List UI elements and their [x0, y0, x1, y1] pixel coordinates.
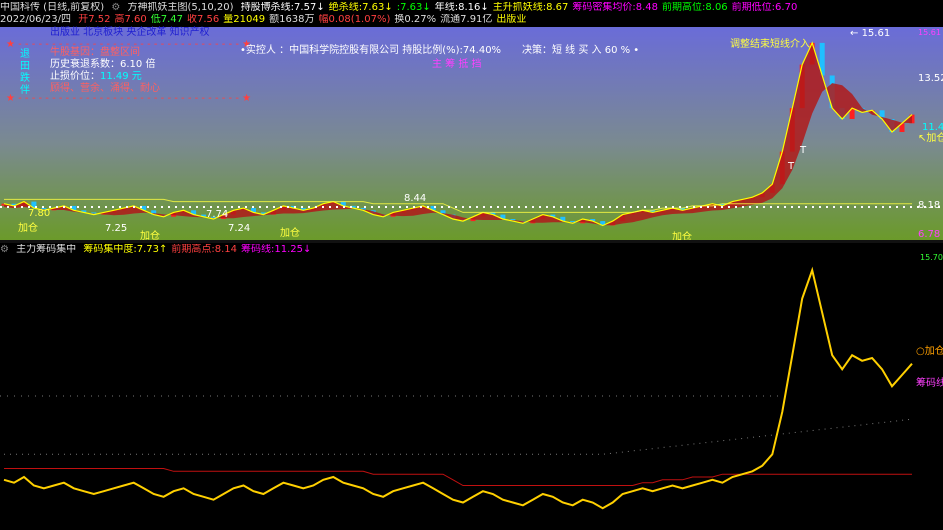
header-item: 主升抓妖线:8.67	[492, 2, 569, 13]
stock-title[interactable]: 中国科传 (日线,前复权)	[0, 2, 104, 13]
quote-item: 高7.60	[114, 14, 147, 25]
label-774: 7.74	[206, 209, 229, 220]
center-mark: 主 筹 抵 挡	[432, 59, 482, 70]
add-pos-mid: 加仓	[280, 228, 300, 239]
settings-icon[interactable]: ⚙	[111, 2, 120, 13]
quote-item: 幅0.08(1.07%)	[318, 14, 391, 25]
buy-t-1: T	[800, 145, 807, 156]
lower-title[interactable]: 主力筹码集中	[16, 244, 76, 255]
top-note: 调整结束短线介入	[730, 39, 810, 50]
lower-right-top: 15.70	[920, 253, 943, 262]
header-item: 前期低位:6.70	[731, 2, 798, 13]
lower-indicator-header: ⚙ 主力筹码集中 筹码集中度:7.73↑ 前期高点:8.14 筹码线:11.25↓	[0, 244, 943, 256]
quote-item: 出版业	[496, 14, 527, 25]
side-char: 跌	[20, 73, 30, 84]
indicator-name[interactable]: 方神抓妖主图(5,10,20)	[128, 2, 234, 13]
quote-item: 量21049	[223, 14, 266, 25]
right-label-818: 8.18	[918, 200, 941, 211]
label-780: 7.80	[28, 208, 51, 219]
lower-item: 筹码线:11.25↓	[241, 244, 312, 255]
sector-list: 出版业 北京板块 央企改革 知识产权	[50, 27, 210, 38]
star-line-bottom: ★ - - - - - - - - - - - - - - - - - - - …	[6, 93, 252, 104]
prev-high-line	[4, 468, 912, 486]
high-price-label: ← 15.61	[850, 28, 891, 39]
quote-item: 换0.27%	[394, 14, 437, 25]
lower-chart[interactable]: 15.70 ○加仓 筹码线	[0, 253, 943, 527]
quote-item: 收7.56	[187, 14, 220, 25]
lower-add-pos: ○加仓	[916, 346, 943, 357]
quote-item: 开7.52	[78, 14, 111, 25]
lower-item: 前期高点:8.14	[171, 244, 237, 255]
lower-chip-label: 筹码线	[916, 378, 943, 389]
side-chars: 退田跌伴	[20, 49, 30, 97]
quote-header: 2022/06/23/四 开7.52 高7.60 低7.47 收7.56 量21049 额…	[0, 14, 943, 26]
info-row: 历史衰退系数：6.10 倍	[50, 59, 156, 70]
panel-separator[interactable]	[0, 240, 943, 243]
lower-item: 筹码集中度:7.73↑	[83, 244, 168, 255]
quote-date: 2022/06/23/四	[0, 14, 72, 25]
info-row: 止损价位：11.49 元	[50, 71, 142, 82]
info-row: 牛股基因：盘整区间	[50, 47, 140, 58]
concentration-line	[3, 266, 913, 510]
quote-item: 低7.47	[150, 14, 183, 25]
side-char: 退	[20, 49, 30, 60]
main-chart[interactable]: 出版业 北京板块 央企改革 知识产权 ★ - - - - - - - - - -…	[0, 27, 943, 243]
header-item: 持股博杀线:7.57↓	[240, 2, 325, 13]
lower-chart-canvas[interactable]	[0, 256, 943, 527]
info-rows: 牛股基因：盘整区间 历史衰退系数：6.10 倍止损价位：11.49 元顾得、营余、…	[50, 47, 160, 95]
quote-item: 额1638万	[269, 14, 315, 25]
decision-text: 决策：短 线 买 入 60 % •	[522, 45, 640, 56]
label-724: 7.24	[228, 223, 251, 234]
side-char: 田	[20, 61, 30, 72]
header-item: 筹码密集均价:8.48	[572, 2, 659, 13]
quote-item: 流通7.91亿	[440, 14, 493, 25]
label-844: 8.44	[404, 193, 427, 204]
header-item: 年线:8.16↓	[434, 2, 489, 13]
add-pos-left: 加仓	[18, 223, 38, 234]
header-item: :7.63↓	[396, 2, 431, 13]
settings-icon-lower[interactable]: ⚙	[0, 244, 9, 255]
add-pos-right: ↖加仓	[918, 133, 943, 144]
right-label-top: 15.61	[918, 28, 941, 37]
indicator-header: 中国科传 (日线,前复权) ⚙ 方神抓妖主图(5,10,20) 持股博杀线:7.…	[0, 2, 943, 14]
controller-info: •实控人 ：中国科学院控股有限公司 持股比例(%):74.40%	[240, 45, 502, 56]
buy-t-2: T	[788, 161, 795, 172]
header-item: 前期高位:8.06	[662, 2, 728, 13]
right-label-13: 13.52	[918, 73, 943, 84]
label-725: 7.25	[105, 223, 128, 234]
header-item: 绝杀线:7.63↓	[328, 2, 393, 13]
